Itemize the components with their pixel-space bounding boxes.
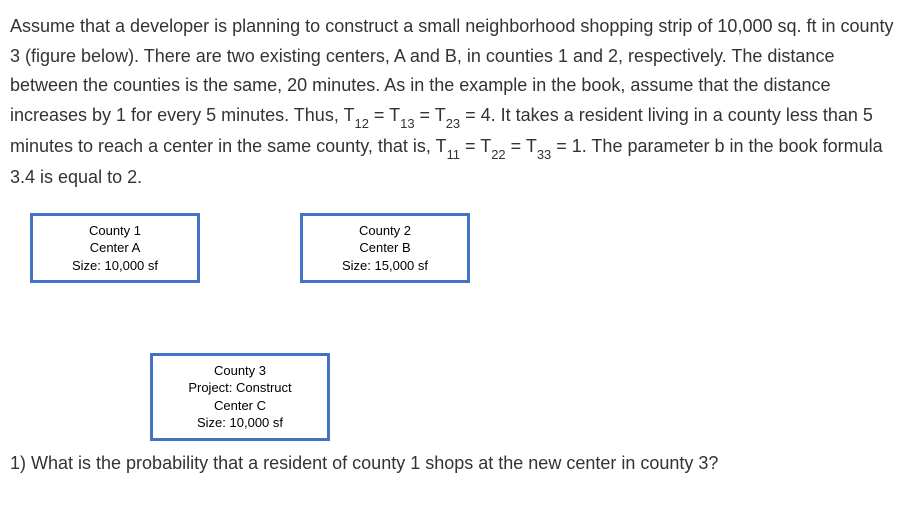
text-part-5: = T	[506, 136, 537, 156]
county-1-box: County 1 Center A Size: 10,000 sf	[30, 213, 200, 284]
county-1-title: County 1	[51, 222, 179, 240]
county-2-size: Size: 15,000 sf	[321, 257, 449, 275]
county-3-size: Size: 10,000 sf	[171, 414, 309, 432]
subscript-33: 33	[537, 147, 551, 162]
subscript-23: 23	[446, 116, 460, 131]
county-2-title: County 2	[321, 222, 449, 240]
text-part-4: = T	[460, 136, 491, 156]
county-3-title: County 3	[171, 362, 309, 380]
county-2-box: County 2 Center B Size: 15,000 sf	[300, 213, 470, 284]
county-2-center: Center B	[321, 239, 449, 257]
subscript-13: 13	[400, 116, 414, 131]
county-1-size: Size: 10,000 sf	[51, 257, 179, 275]
county-3-center: Center C	[171, 397, 309, 415]
question-1: 1) What is the probability that a reside…	[10, 449, 902, 478]
subscript-22: 22	[491, 147, 505, 162]
county-3-box: County 3 Project: Construct Center C Siz…	[150, 353, 330, 441]
text-part-1: = T	[369, 105, 400, 125]
county-3-project: Project: Construct	[171, 379, 309, 397]
subscript-12: 12	[355, 116, 369, 131]
problem-statement: Assume that a developer is planning to c…	[10, 12, 902, 193]
subscript-11: 11	[447, 147, 460, 162]
county-1-center: Center A	[51, 239, 179, 257]
county-diagram: County 1 Center A Size: 10,000 sf County…	[10, 213, 902, 433]
text-part-2: = T	[415, 105, 446, 125]
